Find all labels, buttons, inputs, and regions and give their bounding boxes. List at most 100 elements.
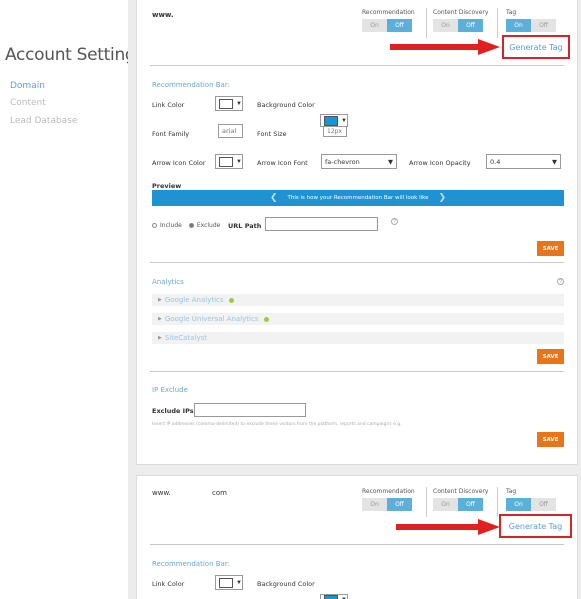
content-discovery-toggle-label: Content Discovery: [433, 9, 489, 16]
background-color-picker[interactable]: ▼: [320, 594, 348, 599]
caret-right-icon: ▶: [158, 335, 162, 341]
include-label: Include: [160, 222, 182, 229]
toggle-off-option[interactable]: Off: [458, 19, 483, 32]
toggle-on-option[interactable]: On: [506, 19, 531, 32]
generate-tag-button[interactable]: Generate Tag: [499, 514, 572, 538]
arrow-icon-font-select[interactable]: fa-chevron ▼: [321, 154, 397, 169]
accordion-sitecatalyst[interactable]: ▶ SiteCatalyst: [152, 332, 564, 344]
link-color-picker[interactable]: ▼: [215, 575, 243, 590]
accordion-google-universal-analytics[interactable]: ▶ Google Universal Analytics: [152, 313, 564, 325]
save-button[interactable]: SAVE: [537, 241, 564, 256]
tag-toggle-group: Tag On Off: [506, 488, 556, 511]
accordion-google-analytics[interactable]: ▶ Google Analytics: [152, 294, 564, 306]
accordion-label: SiteCatalyst: [164, 334, 207, 342]
divider: [150, 371, 564, 372]
content-discovery-toggle-label: Content Discovery: [433, 488, 489, 495]
recommendation-toggle[interactable]: On Off: [362, 498, 412, 511]
toggle-on-option[interactable]: On: [433, 498, 458, 511]
tag-toggle[interactable]: On Off: [506, 19, 556, 32]
color-swatch: [219, 98, 233, 109]
chevron-down-icon: ▼: [388, 157, 393, 166]
select-value: fa-chevron: [325, 157, 360, 166]
accordion-label: Google Analytics: [164, 296, 224, 304]
sidebar-item-domain[interactable]: Domain: [10, 81, 45, 91]
sidebar-item-lead-database[interactable]: Lead Database: [10, 116, 77, 126]
arrow-icon-opacity-select[interactable]: 0.4 ▼: [486, 154, 561, 169]
page-title: Account Settings: [5, 45, 144, 65]
content-discovery-toggle[interactable]: On Off: [433, 498, 483, 511]
toggle-off-option[interactable]: Off: [387, 498, 412, 511]
toggle-on-option[interactable]: On: [506, 498, 531, 511]
toggle-off-option[interactable]: Off: [387, 19, 412, 32]
color-swatch: [219, 577, 233, 588]
settings-sidebar: Account Settings Domain Content Lead Dat…: [0, 0, 144, 599]
font-family-input[interactable]: arial: [218, 124, 243, 138]
toggle-on-option[interactable]: On: [362, 498, 387, 511]
recommendation-toggle-label: Recommendation: [362, 9, 415, 16]
divider: [426, 487, 427, 517]
analytics-title: Analytics: [152, 278, 184, 286]
exclude-ips-label: Exclude IPs: [152, 407, 194, 415]
exclude-radio[interactable]: [188, 223, 194, 228]
help-icon[interactable]: ?: [557, 278, 564, 285]
save-button[interactable]: SAVE: [537, 432, 564, 447]
content-discovery-toggle-group: Content Discovery On Off: [433, 9, 488, 32]
domain-name-suffix: com: [212, 489, 227, 497]
divider: [497, 8, 498, 38]
url-path-input[interactable]: [265, 217, 378, 231]
generate-tag-button[interactable]: Generate Tag: [502, 35, 570, 59]
domain-name: www.: [152, 11, 174, 19]
content-discovery-toggle[interactable]: On Off: [433, 19, 483, 32]
help-icon[interactable]: ?: [391, 218, 398, 225]
chevron-down-icon: ▼: [341, 117, 347, 124]
toggle-off-option[interactable]: Off: [531, 19, 556, 32]
preview-bar: ❮ This is how your Recommendation Bar wi…: [152, 190, 564, 206]
recommendation-bar-title: Recommendation Bar:: [152, 560, 230, 568]
color-swatch: [324, 115, 338, 126]
exclude-ips-hint: Insert IP addresses (comma-delimited) to…: [152, 422, 402, 427]
red-arrow-annotation: [390, 39, 500, 55]
toggle-on-option[interactable]: On: [433, 19, 458, 32]
recommendation-toggle-label: Recommendation: [362, 488, 415, 495]
include-radio[interactable]: [152, 223, 157, 228]
preview-label: Preview: [152, 182, 182, 190]
font-size-label: Font Size: [257, 130, 287, 138]
ip-exclude-title: IP Exclude: [152, 386, 188, 394]
status-dot-icon: [228, 297, 234, 303]
recommendation-toggle-group: Recommendation On Off: [362, 9, 415, 32]
divider: [426, 8, 427, 38]
toggle-off-option[interactable]: Off: [531, 498, 556, 511]
caret-right-icon: ▶: [158, 316, 162, 322]
toggle-off-option[interactable]: Off: [458, 498, 483, 511]
recommendation-bar-title: Recommendation Bar:: [152, 81, 230, 89]
select-value: 0.4: [490, 157, 501, 166]
recommendation-toggle-group: Recommendation On Off: [362, 488, 415, 511]
arrow-icon-color-label: Arrow Icon Color: [152, 159, 206, 167]
red-arrow-annotation: [396, 519, 500, 535]
link-color-label: Link Color: [152, 580, 185, 588]
color-swatch: [219, 156, 233, 167]
toggle-on-option[interactable]: On: [362, 19, 387, 32]
arrow-icon-opacity-label: Arrow Icon Opacity: [409, 159, 471, 167]
caret-right-icon: ▶: [158, 297, 162, 303]
arrow-icon-color-picker[interactable]: ▼: [215, 154, 243, 169]
include-exclude-radios: Include Exclude: [152, 222, 220, 229]
tag-toggle[interactable]: On Off: [506, 498, 556, 511]
sidebar-item-content[interactable]: Content: [10, 98, 46, 108]
background-color-label: Background Color: [257, 580, 315, 588]
save-button[interactable]: SAVE: [537, 349, 564, 364]
recommendation-toggle[interactable]: On Off: [362, 19, 412, 32]
tag-toggle-label: Tag: [506, 488, 517, 495]
chevron-down-icon: ▼: [236, 100, 242, 107]
content-discovery-toggle-group: Content Discovery On Off: [433, 488, 488, 511]
tag-toggle-group: Tag On Off: [506, 9, 556, 32]
divider: [497, 487, 498, 517]
link-color-label: Link Color: [152, 101, 185, 109]
preview-text: This is how your Recommendation Bar will…: [287, 195, 429, 201]
chevron-left-icon: ❮: [269, 193, 278, 203]
font-size-input[interactable]: 12px: [323, 126, 347, 137]
link-color-picker[interactable]: ▼: [215, 96, 243, 111]
exclude-ips-input[interactable]: [194, 403, 306, 417]
chevron-right-icon: ❯: [438, 193, 447, 203]
chevron-down-icon: ▼: [552, 157, 557, 166]
